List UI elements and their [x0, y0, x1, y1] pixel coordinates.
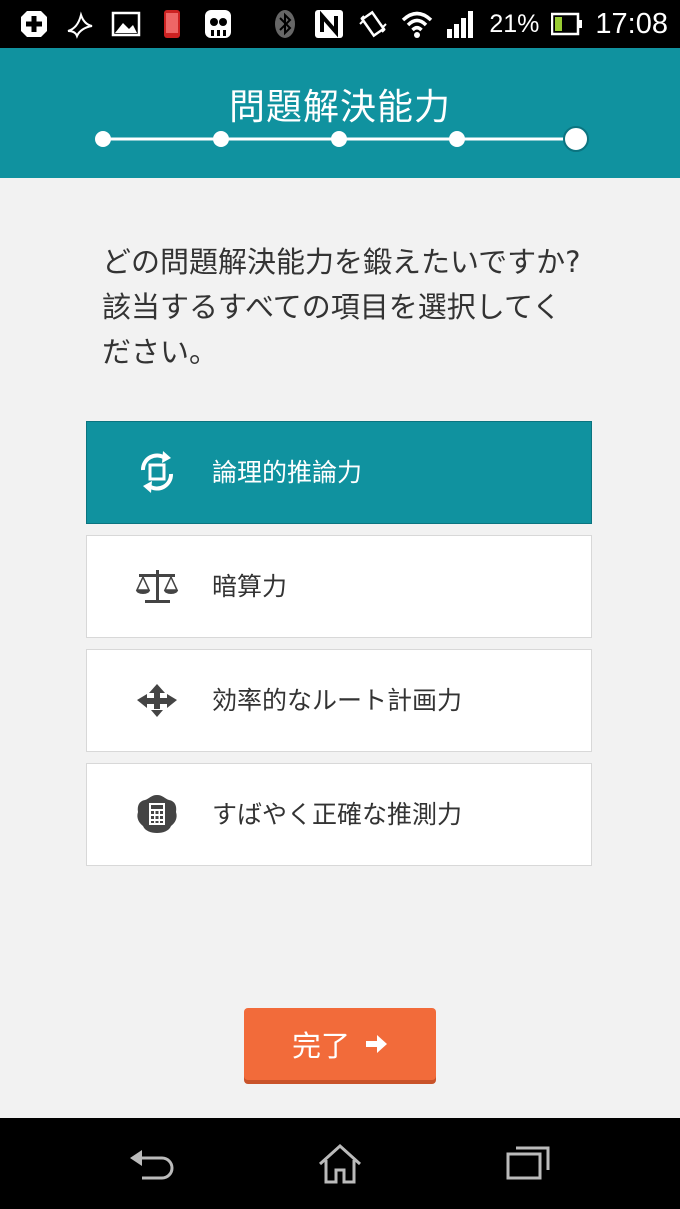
signal-icon — [445, 8, 477, 40]
status-bar: 21% 17:08 — [0, 0, 680, 48]
content-area: どの問題解決能力を鍛えたいですか?該当するすべての項目を選択してください。 論理… — [0, 178, 680, 1118]
rotate-arrows-icon — [141, 451, 173, 493]
notification-icons — [18, 8, 234, 40]
option-logical-reasoning[interactable]: 論理的推論力 — [86, 421, 592, 524]
battery-percent: 21% — [489, 9, 540, 38]
battery-icon — [551, 8, 583, 40]
progress-indicator — [95, 126, 589, 152]
wifi-icon — [401, 8, 433, 40]
navigation-bar — [0, 1118, 680, 1209]
header: 問題解決能力 — [0, 48, 680, 178]
route-arrows-icon — [137, 684, 177, 717]
arrow-right-icon — [366, 1035, 387, 1053]
clock: 17:08 — [595, 7, 668, 40]
done-button[interactable]: 完了 — [244, 1008, 436, 1080]
progress-step-1 — [95, 131, 111, 147]
bluetooth-icon — [269, 8, 301, 40]
option-label: 効率的なルート計画力 — [212, 686, 463, 715]
progress-step-3 — [331, 131, 347, 147]
question-text: どの問題解決能力を鍛えたいですか?該当するすべての項目を選択してください。 — [102, 245, 581, 369]
progress-step-5 — [563, 126, 589, 152]
progress-step-4 — [449, 131, 465, 147]
bird-icon — [64, 8, 96, 40]
calculator-icon — [137, 795, 177, 833]
option-label: 論理的推論力 — [212, 458, 363, 487]
system-status: 21% 17:08 — [269, 6, 668, 42]
image-icon — [110, 8, 142, 40]
option-label: 暗算力 — [212, 572, 288, 601]
scale-icon — [135, 570, 179, 603]
home-icon[interactable] — [310, 1140, 370, 1188]
ghost-icon — [202, 8, 234, 40]
vibrate-icon — [357, 8, 389, 40]
nfc-icon — [313, 8, 345, 40]
done-button-label: 完了 — [291, 1029, 350, 1063]
phone-icon — [156, 8, 188, 40]
progress-step-2 — [213, 131, 229, 147]
option-mental-math[interactable]: 暗算力 — [86, 535, 592, 638]
back-icon[interactable] — [122, 1140, 182, 1188]
recent-apps-icon[interactable] — [498, 1140, 558, 1188]
option-label: すばやく正確な推測力 — [212, 800, 463, 829]
option-quick-estimation[interactable]: すばやく正確な推測力 — [86, 763, 592, 866]
plus-icon — [18, 8, 50, 40]
option-route-planning[interactable]: 効率的なルート計画力 — [86, 649, 592, 752]
